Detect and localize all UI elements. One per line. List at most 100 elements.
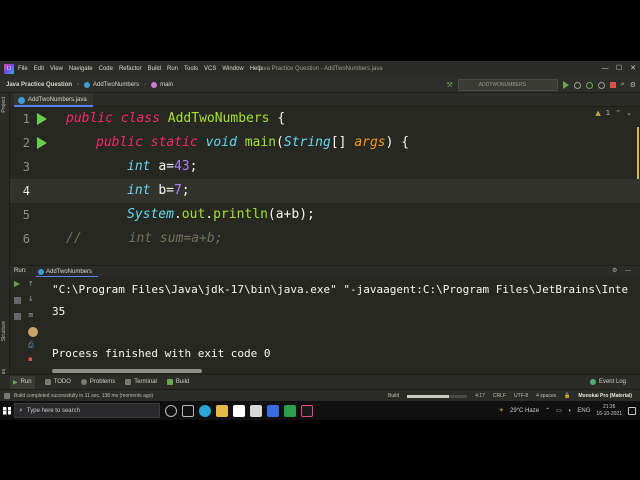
menu-code[interactable]: Code xyxy=(99,66,113,72)
build-tool-button[interactable]: Build xyxy=(166,379,190,385)
lock-icon[interactable]: 🔓 xyxy=(564,393,570,399)
stop-icon[interactable] xyxy=(14,313,21,320)
caret-position[interactable]: 4:17 xyxy=(475,393,485,399)
breadcrumb-method[interactable]: main xyxy=(160,82,173,88)
menu-vcs[interactable]: VCS xyxy=(204,66,216,72)
intellij-logo-icon: IJ xyxy=(4,64,14,74)
network-icon[interactable]: ▭ xyxy=(556,407,562,414)
console-line: 35 xyxy=(52,305,66,318)
menu-file[interactable]: File xyxy=(18,66,28,72)
rerun-icon[interactable] xyxy=(14,281,20,287)
run-configuration-select[interactable]: ADDTWONUMBERS xyxy=(457,79,558,91)
app-icon[interactable] xyxy=(284,404,296,417)
close-icon[interactable]: ✕ xyxy=(626,61,640,77)
method-icon xyxy=(151,81,158,88)
editor-tabs: AddTwoNumbers.java xyxy=(10,93,640,107)
windows-start-icon[interactable] xyxy=(0,401,14,420)
wrench-icon[interactable] xyxy=(14,297,21,304)
taskbar-clock[interactable]: 21:26 16-10-2021 xyxy=(596,404,622,418)
breadcrumb-file[interactable]: AddTwoNumbers xyxy=(93,82,139,88)
menu-tools[interactable]: Tools xyxy=(184,66,198,72)
run-icon[interactable] xyxy=(562,81,569,89)
file-explorer-icon[interactable] xyxy=(216,404,228,417)
settings-icon[interactable]: ⚙ xyxy=(630,81,636,89)
profile-icon[interactable] xyxy=(597,81,605,89)
volume-icon[interactable]: ◖ xyxy=(568,408,572,414)
task-view-icon[interactable] xyxy=(182,404,194,417)
stop-icon[interactable] xyxy=(609,82,616,88)
status-message[interactable]: Build completed successfully in 11 sec, … xyxy=(14,393,153,399)
theme-widget[interactable]: Monokai Pro (Material) xyxy=(578,393,632,399)
code-editor[interactable]: ▲ 1 ⌃ ⌄ 1 public class AddTwoNumbers { 2… xyxy=(10,107,640,265)
hammer-icon xyxy=(166,379,173,385)
event-log-button[interactable]: Event Log xyxy=(589,379,626,385)
run-tool-button[interactable]: ▶ Run xyxy=(10,375,35,389)
edge-icon[interactable] xyxy=(199,404,211,417)
panel-options-icon[interactable]: ⚙ — xyxy=(612,267,634,274)
intellij-taskbar-icon[interactable] xyxy=(301,404,313,417)
run-gutter-icon[interactable] xyxy=(37,113,47,125)
todo-tool-button[interactable]: TODO xyxy=(44,379,71,385)
run-label: Run: xyxy=(14,268,27,274)
weather-text[interactable]: 29°C Haze xyxy=(510,408,539,414)
mail-icon[interactable] xyxy=(250,404,262,417)
line-number: 5 xyxy=(22,208,30,222)
coverage-icon[interactable] xyxy=(585,81,593,89)
debug-icon[interactable] xyxy=(573,81,581,89)
run-gutter-icon[interactable] xyxy=(37,137,47,149)
soft-wrap-icon[interactable]: ≡ xyxy=(28,311,35,319)
indent-setting[interactable]: 4 spaces xyxy=(536,393,556,399)
navigation-bar: Java Practice Question › AddTwoNumbers ›… xyxy=(0,77,640,93)
class-icon xyxy=(84,81,91,88)
file-encoding[interactable]: UTF-8 xyxy=(514,393,528,399)
search-placeholder: Type here to search xyxy=(26,407,80,414)
hammer-icon[interactable]: ⚒ xyxy=(447,81,453,89)
problems-tool-label: Problems xyxy=(89,379,116,385)
search-icon: ⌕ xyxy=(19,406,23,414)
language-indicator[interactable]: ENG xyxy=(577,408,590,414)
arrow-down-icon[interactable]: ↓ xyxy=(28,295,35,303)
store-icon[interactable] xyxy=(233,404,245,417)
console-horizontal-scrollbar[interactable] xyxy=(52,369,202,373)
menu-navigate[interactable]: Navigate xyxy=(69,66,93,72)
problems-tool-button[interactable]: Problems xyxy=(80,379,116,385)
taskbar-search-box[interactable]: ⌕ Type here to search xyxy=(14,403,160,418)
menu-help[interactable]: Help xyxy=(250,66,262,72)
trash-icon[interactable]: ▪ xyxy=(28,355,35,363)
line-separator[interactable]: CRLF xyxy=(493,393,506,399)
chevron-up-icon[interactable]: ⌃ xyxy=(545,407,550,414)
menu-window[interactable]: Window xyxy=(222,66,243,72)
code-line: 1 public class AddTwoNumbers { xyxy=(10,107,640,131)
code-text: int a=43; xyxy=(127,159,198,174)
problems-icon xyxy=(80,379,87,385)
notification-icon[interactable] xyxy=(628,406,636,415)
code-line: 5 System.out.println(a+b); xyxy=(10,203,640,227)
status-icon[interactable] xyxy=(4,393,10,399)
cortana-icon[interactable] xyxy=(165,404,177,417)
menu-build[interactable]: Build xyxy=(148,66,161,72)
run-console[interactable]: "C:\Program Files\Java\jdk-17\bin\java.e… xyxy=(40,277,640,371)
todo-tool-label: TODO xyxy=(53,379,71,385)
window-title: Java Practice Question - AddTwoNumbers.j… xyxy=(257,66,383,72)
run-panel-header: Run: AddTwoNumbers ⚙ — xyxy=(10,265,640,278)
print-icon[interactable]: ⎙ xyxy=(28,341,35,349)
menu-refactor[interactable]: Refactor xyxy=(119,66,142,72)
status-bar: Build completed successfully in 11 sec, … xyxy=(0,389,640,401)
search-icon[interactable]: ⌕ xyxy=(621,81,625,89)
maximize-icon[interactable]: ☐ xyxy=(612,61,626,77)
project-tool-button[interactable]: Project xyxy=(1,97,7,113)
menu-edit[interactable]: Edit xyxy=(34,66,44,72)
structure-tool-button[interactable]: Structure xyxy=(1,321,7,341)
build-tool-label: Build xyxy=(175,379,190,385)
breadcrumb-project[interactable]: Java Practice Question xyxy=(6,82,72,88)
terminal-tool-button[interactable]: Terminal xyxy=(125,379,157,385)
photos-icon[interactable] xyxy=(267,404,279,417)
tab-addtwonumbers[interactable]: AddTwoNumbers.java xyxy=(14,93,93,107)
line-number: 6 xyxy=(22,232,30,246)
arrow-up-icon[interactable]: ↑ xyxy=(28,280,35,288)
minimize-icon[interactable]: — xyxy=(598,61,612,77)
run-tool-label: Run xyxy=(20,379,32,385)
menu-view[interactable]: View xyxy=(50,66,63,72)
left-tool-strip: Project Structure Favorites xyxy=(0,93,10,404)
menu-run[interactable]: Run xyxy=(167,66,178,72)
